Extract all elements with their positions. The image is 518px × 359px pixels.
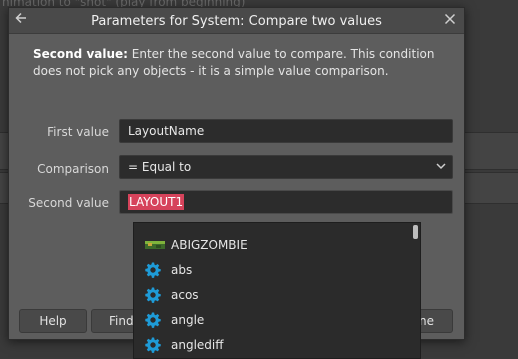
list-item[interactable]: angle: [134, 308, 410, 333]
list-item[interactable]: abs: [134, 258, 410, 283]
close-icon[interactable]: [440, 11, 460, 31]
comparison-label: Comparison: [37, 162, 109, 176]
list-item-label: ABIGZOMBIE: [171, 238, 248, 252]
popup-scrollbar[interactable]: [412, 224, 418, 357]
dialog-title: Parameters for System: Compare two value…: [91, 14, 382, 29]
second-value-label: Second value: [28, 196, 109, 210]
comparison-selected-value: = Equal to: [128, 160, 192, 174]
gear-icon: [145, 337, 163, 353]
first-value-label: First value: [47, 125, 109, 139]
list-item-label: abs: [171, 263, 193, 277]
list-item[interactable]: acos: [134, 283, 410, 308]
comparison-select[interactable]: = Equal to: [119, 155, 453, 179]
chevron-down-icon: [436, 156, 446, 178]
list-item-label: anglediff: [171, 338, 224, 352]
gear-icon: [145, 287, 163, 303]
list-item-label: acos: [171, 288, 199, 302]
first-value-input[interactable]: LayoutName: [119, 119, 453, 143]
autocomplete-list[interactable]: ABIGZOMBIE abs acos angle anglediff: [133, 222, 421, 359]
dialog-titlebar: Parameters for System: Compare two value…: [9, 8, 464, 34]
popup-scrollbar-thumb[interactable]: [413, 225, 418, 239]
description-heading: Second value:: [33, 47, 128, 61]
second-value-input[interactable]: LAYOUT1: [119, 190, 453, 214]
list-item-label: angle: [171, 313, 205, 327]
list-item[interactable]: ABIGZOMBIE: [134, 233, 410, 258]
second-value-text: LAYOUT1: [128, 194, 185, 210]
layout-icon: [145, 237, 165, 253]
list-item[interactable]: anglediff: [134, 333, 410, 358]
gear-icon: [145, 312, 163, 328]
gear-icon: [145, 262, 163, 278]
parameter-description: Second value: Enter the second value to …: [33, 46, 453, 80]
first-value-text: LayoutName: [128, 124, 205, 138]
help-button[interactable]: Help: [19, 309, 87, 333]
